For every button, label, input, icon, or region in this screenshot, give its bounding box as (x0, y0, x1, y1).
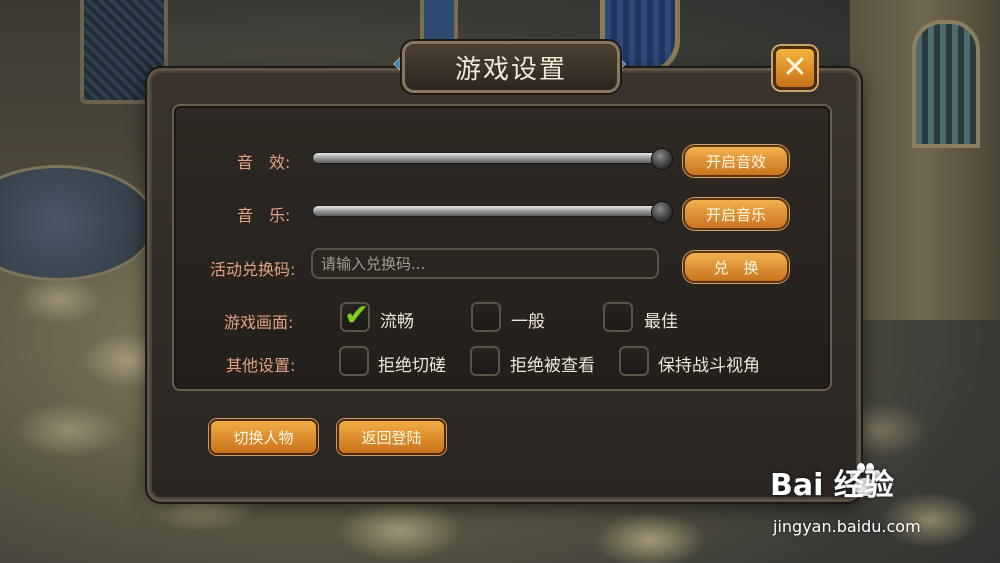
keep-battle-view-label: 保持战斗视角 (658, 356, 760, 376)
music-slider-knob[interactable] (651, 201, 673, 223)
close-icon: ✕ (782, 50, 808, 85)
graphics-normal-label: 一般 (511, 312, 545, 332)
music-label: 音 乐: (237, 206, 291, 225)
redeem-button[interactable]: 兑 换 (683, 251, 789, 283)
sound-effect-slider-knob[interactable] (651, 148, 673, 170)
graphics-smooth-checkbox[interactable]: ✔ (340, 298, 370, 333)
return-login-button[interactable]: 返回登陆 (337, 419, 446, 455)
graphics-smooth-label: 流畅 (380, 312, 414, 332)
watermark-brand: Bai 经验 (770, 468, 894, 503)
background-window-right (912, 20, 980, 148)
check-icon: ✔ (344, 298, 370, 333)
enable-sound-effect-button[interactable]: 开启音效 (683, 145, 789, 177)
graphics-normal-checkbox[interactable] (471, 302, 501, 332)
enable-music-button[interactable]: 开启音乐 (683, 198, 789, 230)
keep-battle-view-checkbox[interactable] (619, 346, 649, 376)
refuse-inspect-label: 拒绝被查看 (510, 356, 595, 376)
refuse-inspect-checkbox[interactable] (470, 346, 500, 376)
redeem-code-label: 活动兑换码: (210, 260, 296, 279)
refuse-sparring-label: 拒绝切磋 (378, 356, 446, 376)
music-slider[interactable] (313, 206, 661, 216)
watermark-url: jingyan.baidu.com (773, 517, 921, 536)
close-button[interactable]: ✕ (773, 46, 817, 90)
graphics-best-checkbox[interactable] (603, 302, 633, 332)
switch-character-button[interactable]: 切换人物 (209, 419, 318, 455)
graphics-label: 游戏画面: (224, 313, 294, 332)
redeem-code-input[interactable] (311, 248, 659, 279)
sound-effect-label: 音 效: (237, 153, 291, 172)
dialog-title: 游戏设置 (402, 41, 620, 93)
sound-effect-slider[interactable] (313, 153, 661, 163)
other-settings-label: 其他设置: (226, 356, 296, 375)
graphics-best-label: 最佳 (644, 312, 678, 332)
refuse-sparring-checkbox[interactable] (339, 346, 369, 376)
